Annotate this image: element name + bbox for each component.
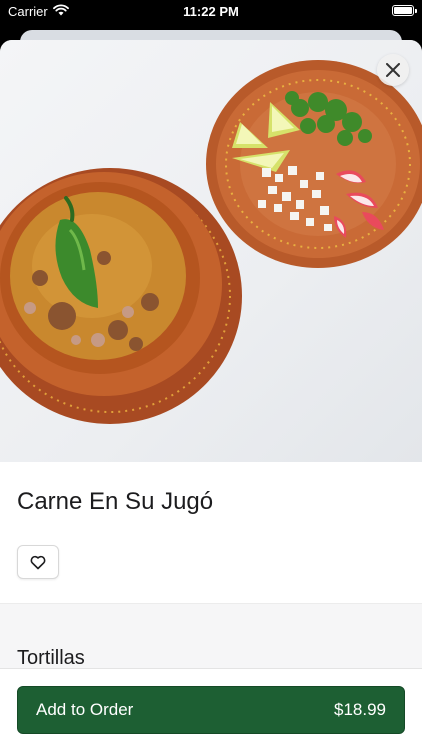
favorite-button[interactable] [17, 545, 59, 579]
add-to-order-label: Add to Order [36, 700, 134, 719]
battery-fill [394, 7, 412, 14]
status-bar: Carrier 11:22 PM [0, 0, 422, 22]
heart-icon [30, 555, 46, 569]
close-button[interactable] [377, 54, 409, 86]
item-title: Carne En Su Jugó [17, 488, 214, 515]
status-time: 11:22 PM [183, 4, 239, 19]
item-detail-sheet: Carne En Su Jugó Tortillas [0, 40, 422, 750]
battery-icon [392, 5, 417, 16]
food-photo [0, 40, 422, 462]
order-price: $18.99 [334, 700, 386, 719]
add-to-order-button[interactable]: Add to Order $18.99 [17, 686, 405, 734]
food-illustration [0, 60, 422, 424]
close-icon [386, 63, 400, 77]
section-title-tortillas: Tortillas [17, 647, 85, 669]
